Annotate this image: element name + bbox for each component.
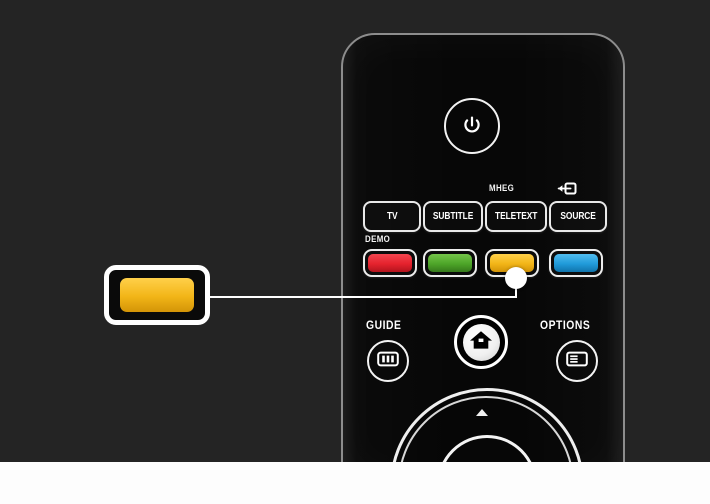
guide-icon [377, 351, 399, 372]
blue-colour-key[interactable] [549, 249, 603, 277]
tv-key[interactable]: TV [363, 201, 421, 232]
options-label: OPTIONS [540, 320, 591, 332]
red-colour-key-cap [368, 254, 412, 272]
red-colour-key[interactable] [363, 249, 417, 277]
source-key[interactable]: SOURCE [549, 201, 607, 232]
tv-key-label: TV [386, 211, 398, 222]
subtitle-key-label: SUBTITLE [432, 211, 474, 222]
subtitle-key[interactable]: SUBTITLE [423, 201, 483, 232]
page-footer-band [0, 462, 710, 504]
yellow-key-callout-cap [120, 278, 194, 312]
options-list-icon [566, 351, 588, 372]
function-key-row: TV SUBTITLE TELETEXT SOURCE [363, 201, 607, 232]
options-key[interactable] [556, 340, 598, 382]
home-icon [469, 329, 493, 356]
green-colour-key-cap [428, 254, 472, 272]
home-key-disc [462, 323, 500, 361]
home-key[interactable] [454, 315, 508, 369]
green-colour-key[interactable] [423, 249, 477, 277]
power-key[interactable] [444, 98, 500, 154]
colour-key-row [363, 249, 603, 279]
screenshot-stage: MHEG TV SUBTITLE TELETEXT SOURCE DEMO GU… [0, 0, 710, 504]
guide-label: GUIDE [366, 320, 402, 332]
guide-key[interactable] [367, 340, 409, 382]
demo-label: DEMO [365, 234, 391, 244]
source-key-label: SOURCE [560, 211, 596, 222]
callout-leader-line [205, 296, 517, 298]
mheg-label: MHEG [489, 183, 515, 193]
teletext-key[interactable]: TELETEXT [485, 201, 547, 232]
power-icon [460, 114, 484, 138]
remote-face: MHEG TV SUBTITLE TELETEXT SOURCE DEMO GU… [343, 35, 623, 480]
teletext-key-label: TELETEXT [494, 211, 538, 222]
source-input-icon [557, 182, 577, 195]
yellow-key-callout [104, 265, 210, 325]
remote-control-body: MHEG TV SUBTITLE TELETEXT SOURCE DEMO GU… [341, 33, 625, 482]
blue-colour-key-cap [554, 254, 598, 272]
callout-anchor-dot [505, 267, 527, 289]
chevron-up-icon[interactable] [476, 409, 488, 416]
